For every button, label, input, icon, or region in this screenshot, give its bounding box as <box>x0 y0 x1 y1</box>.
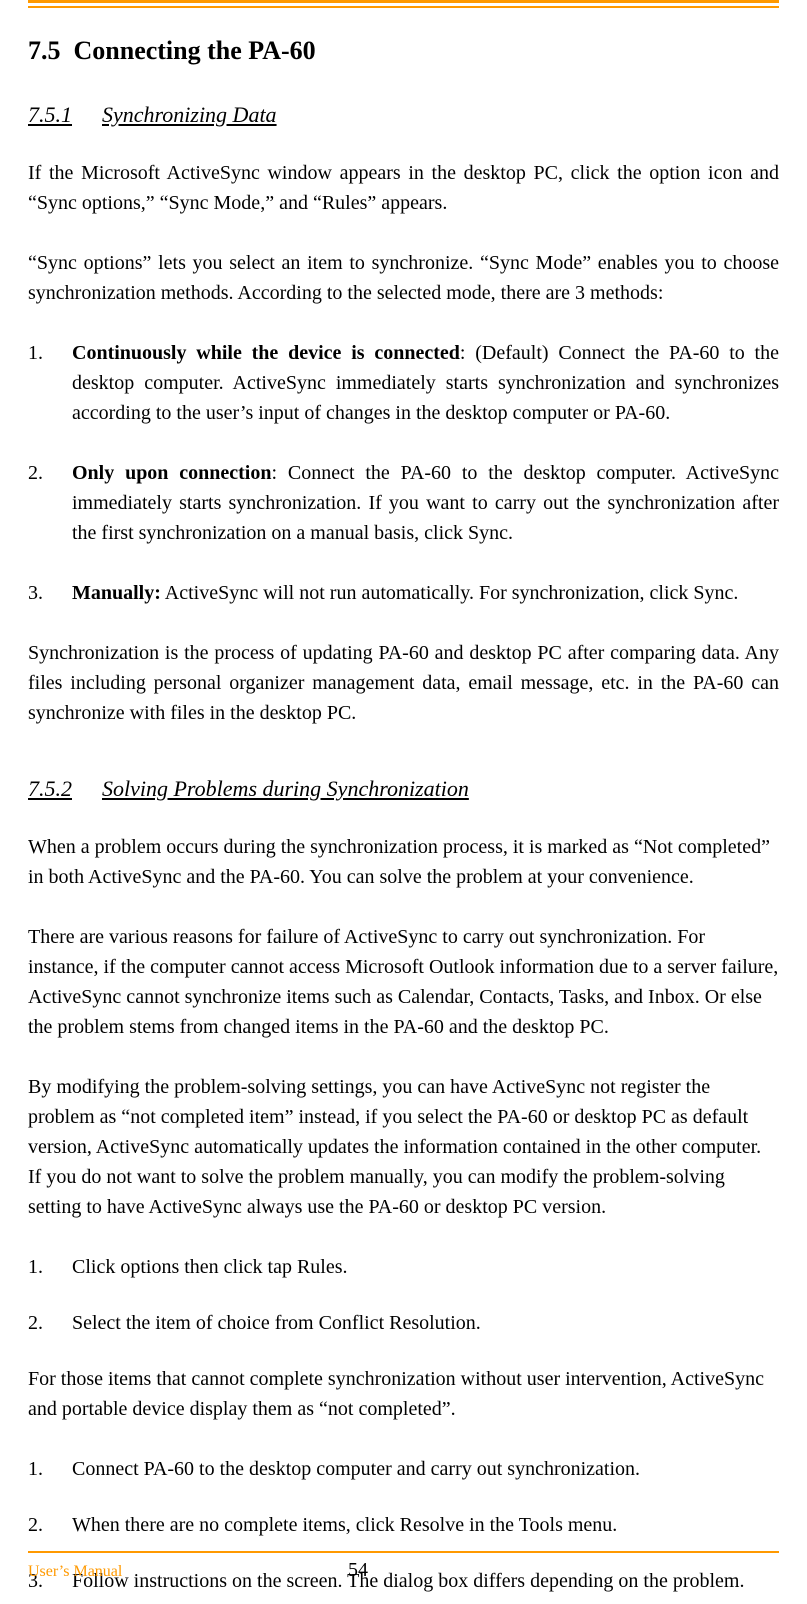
section-title: Connecting the PA-60 <box>74 36 316 65</box>
list-item-number: 3. <box>28 578 72 608</box>
subsection-title: Synchronizing Data <box>102 102 277 127</box>
list-item-number: 1. <box>28 1454 72 1484</box>
top-divider <box>28 0 779 8</box>
list-item: 2. When there are no complete items, cli… <box>28 1510 779 1540</box>
body-paragraph: If the Microsoft ActiveSync window appea… <box>28 158 779 218</box>
body-paragraph: For those items that cannot complete syn… <box>28 1364 779 1424</box>
list-item-body: Manually: ActiveSync will not run automa… <box>72 578 779 608</box>
body-paragraph: There are various reasons for failure of… <box>28 922 779 1042</box>
page-footer: User’s Manual 54 <box>28 1551 779 1582</box>
body-paragraph: “Sync options” lets you select an item t… <box>28 248 779 308</box>
body-paragraph: Synchronization is the process of updati… <box>28 638 779 728</box>
body-paragraph: By modifying the problem-solving setting… <box>28 1072 779 1222</box>
section-gap <box>28 758 779 776</box>
subsection-title: Solving Problems during Synchronization <box>102 776 469 801</box>
subsection-number: 7.5.2 <box>28 776 72 801</box>
list-item-body: Select the item of choice from Conflict … <box>72 1308 779 1338</box>
list-item-bold: Manually: <box>72 582 161 604</box>
section-heading: 7.5 Connecting the PA-60 <box>28 36 779 66</box>
list-item-rest: ActiveSync will not run automatically. F… <box>161 582 738 604</box>
numbered-list: 1. Click options then click tap Rules. 2… <box>28 1252 779 1338</box>
list-item-number: 2. <box>28 1510 72 1540</box>
list-item-number: 2. <box>28 1308 72 1338</box>
list-item: 2. Select the item of choice from Confli… <box>28 1308 779 1338</box>
section-number: 7.5 <box>28 36 61 65</box>
list-item-body: Continuously while the device is connect… <box>72 338 779 428</box>
list-item: 2. Only upon connection: Connect the PA-… <box>28 458 779 548</box>
list-item-body: When there are no complete items, click … <box>72 1510 779 1540</box>
list-item: 1. Click options then click tap Rules. <box>28 1252 779 1282</box>
list-item-bold: Only upon connection <box>72 462 271 484</box>
list-item-bold: Continuously while the device is connect… <box>72 342 460 364</box>
list-item-body: Connect PA-60 to the desktop computer an… <box>72 1454 779 1484</box>
subsection-heading: 7.5.2 Solving Problems during Synchroniza… <box>28 776 779 802</box>
subsection-heading: 7.5.1 Synchronizing Data <box>28 102 779 128</box>
list-item-body: Click options then click tap Rules. <box>72 1252 779 1282</box>
subsection-number: 7.5.1 <box>28 102 72 127</box>
numbered-list: 1. Continuously while the device is conn… <box>28 338 779 608</box>
list-item: 1. Continuously while the device is conn… <box>28 338 779 428</box>
body-paragraph: When a problem occurs during the synchro… <box>28 832 779 892</box>
footer-divider <box>28 1551 779 1553</box>
page-number: 54 <box>348 1559 368 1582</box>
list-item-number: 2. <box>28 458 72 548</box>
list-item-number: 1. <box>28 338 72 428</box>
page-content: 7.5 Connecting the PA-60 7.5.1 Synchroniz… <box>0 0 807 1596</box>
list-item: 3. Manually: ActiveSync will not run aut… <box>28 578 779 608</box>
list-item-body: Only upon connection: Connect the PA-60 … <box>72 458 779 548</box>
footer-row: User’s Manual 54 <box>28 1559 779 1582</box>
list-item-number: 1. <box>28 1252 72 1282</box>
list-item: 1. Connect PA-60 to the desktop computer… <box>28 1454 779 1484</box>
footer-title: User’s Manual <box>28 1563 348 1581</box>
